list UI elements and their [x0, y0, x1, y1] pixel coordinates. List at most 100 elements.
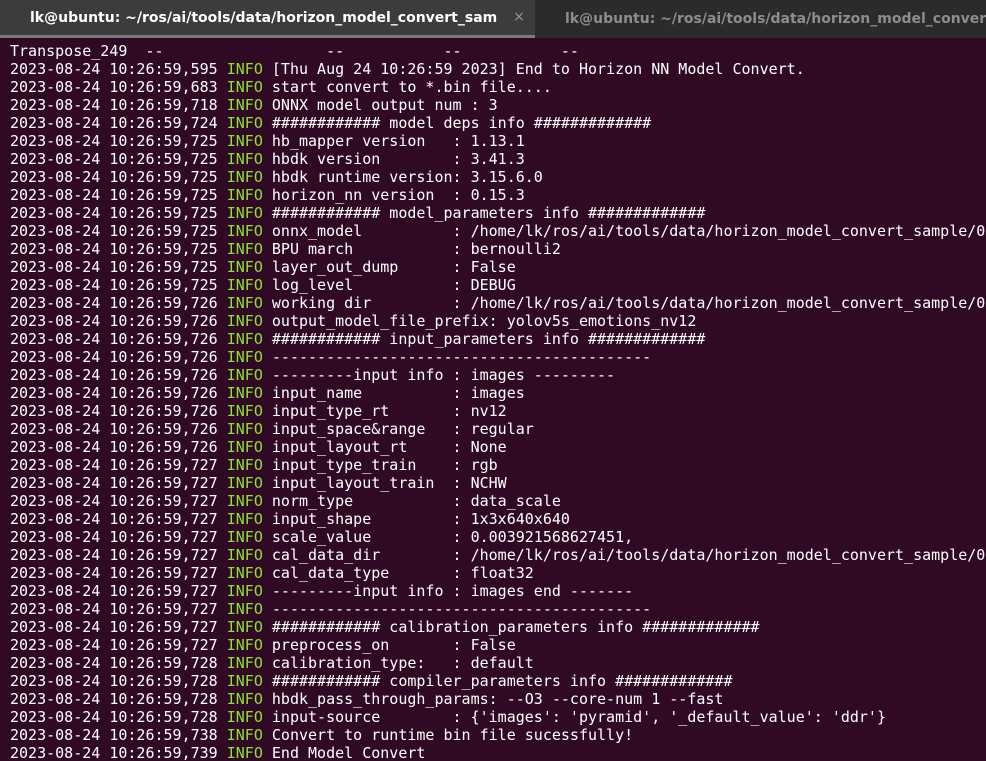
log-timestamp: 2023-08-24 10:26:59,725: [10, 240, 218, 258]
log-level: INFO: [226, 528, 263, 546]
log-level: INFO: [226, 96, 263, 114]
log-timestamp: 2023-08-24 10:26:59,726: [10, 366, 218, 384]
log-line: 2023-08-24 10:26:59,725 INFO ###########…: [10, 204, 986, 222]
log-level: INFO: [226, 582, 263, 600]
log-line: 2023-08-24 10:26:59,725 INFO layer_out_d…: [10, 258, 986, 276]
log-level: INFO: [226, 222, 263, 240]
log-timestamp: 2023-08-24 10:26:59,726: [10, 312, 218, 330]
log-level: INFO: [226, 618, 263, 636]
log-line: 2023-08-24 10:26:59,725 INFO BPU march :…: [10, 240, 986, 258]
log-timestamp: 2023-08-24 10:26:59,738: [10, 726, 218, 744]
log-line: 2023-08-24 10:26:59,718 INFO ONNX model …: [10, 96, 986, 114]
log-level: INFO: [226, 474, 263, 492]
log-message: ############ model deps info ###########…: [271, 114, 652, 132]
log-level: INFO: [226, 258, 263, 276]
log-message: End Model Convert: [271, 744, 426, 761]
log-line: 2023-08-24 10:26:59,728 INFO hbdk_pass_t…: [10, 690, 986, 708]
log-timestamp: 2023-08-24 10:26:59,726: [10, 330, 218, 348]
log-message: hbdk_pass_through_params: --O3 --core-nu…: [271, 690, 724, 708]
log-line: 2023-08-24 10:26:59,727 INFO input_shape…: [10, 510, 986, 528]
log-level: INFO: [226, 420, 263, 438]
log-message: input_type_train : rgb: [271, 456, 498, 474]
log-line: 2023-08-24 10:26:59,727 INFO ---------in…: [10, 582, 986, 600]
log-line: 2023-08-24 10:26:59,728 INFO input-sourc…: [10, 708, 986, 726]
log-line: 2023-08-24 10:26:59,727 INFO ###########…: [10, 618, 986, 636]
log-timestamp: 2023-08-24 10:26:59,727: [10, 456, 218, 474]
log-timestamp: 2023-08-24 10:26:59,725: [10, 150, 218, 168]
tab-terminal-inactive[interactable]: lk@ubuntu: ~/ros/ai/tools/data/horizon_m…: [535, 0, 986, 38]
log-message: hbdk runtime version: 3.15.6.0: [271, 168, 543, 186]
log-timestamp: 2023-08-24 10:26:59,726: [10, 438, 218, 456]
close-icon[interactable]: ×: [512, 9, 526, 25]
log-level: INFO: [226, 726, 263, 744]
log-timestamp: 2023-08-24 10:26:59,725: [10, 258, 218, 276]
log-timestamp: 2023-08-24 10:26:59,726: [10, 294, 218, 312]
tab-title: lk@ubuntu: ~/ros/ai/tools/data/horizon_m…: [30, 9, 497, 26]
log-level: INFO: [226, 276, 263, 294]
log-message: layer_out_dump : False: [271, 258, 516, 276]
log-line: 2023-08-24 10:26:59,725 INFO hb_mapper v…: [10, 132, 986, 150]
log-line: 2023-08-24 10:26:59,727 INFO input_type_…: [10, 456, 986, 474]
log-level: INFO: [226, 78, 263, 96]
log-timestamp: 2023-08-24 10:26:59,725: [10, 276, 218, 294]
log-level: INFO: [226, 114, 263, 132]
log-line: 2023-08-24 10:26:59,725 INFO hbdk runtim…: [10, 168, 986, 186]
log-level: INFO: [226, 744, 263, 761]
log-level: INFO: [226, 708, 263, 726]
log-message: norm_type : data_scale: [271, 492, 561, 510]
log-timestamp: 2023-08-24 10:26:59,683: [10, 78, 218, 96]
log-line: 2023-08-24 10:26:59,725 INFO onnx_model …: [10, 222, 986, 240]
log-line: 2023-08-24 10:26:59,726 INFO ---------in…: [10, 366, 986, 384]
log-line: 2023-08-24 10:26:59,727 INFO norm_type :…: [10, 492, 986, 510]
log-message: calibration_type: : default: [271, 654, 534, 672]
log-message: input-source : {'images': 'pyramid', '_d…: [271, 708, 886, 726]
log-line: 2023-08-24 10:26:59,727 INFO preprocess_…: [10, 636, 986, 654]
log-line: 2023-08-24 10:26:59,725 INFO hbdk versio…: [10, 150, 986, 168]
log-level: INFO: [226, 672, 263, 690]
log-message: start convert to *.bin file....: [271, 78, 552, 96]
log-level: INFO: [226, 330, 263, 348]
log-timestamp: 2023-08-24 10:26:59,595: [10, 60, 218, 78]
log-line: 2023-08-24 10:26:59,727 INFO input_layou…: [10, 474, 986, 492]
tab-title: lk@ubuntu: ~/ros/ai/tools/data/horizon_m…: [565, 11, 986, 27]
log-line: 2023-08-24 10:26:59,739 INFO End Model C…: [10, 744, 986, 761]
log-line: 2023-08-24 10:26:59,726 INFO output_mode…: [10, 312, 986, 330]
log-timestamp: 2023-08-24 10:26:59,727: [10, 474, 218, 492]
log-message: horizon_nn version : 0.15.3: [271, 186, 525, 204]
log-level: INFO: [226, 132, 263, 150]
log-timestamp: 2023-08-24 10:26:59,724: [10, 114, 218, 132]
log-message: ---------input info : images end -------: [271, 582, 634, 600]
terminal-output[interactable]: Transpose_249 -- -- -- -- 2023-08-24 10:…: [0, 38, 986, 761]
log-level: INFO: [226, 168, 263, 186]
log-timestamp: 2023-08-24 10:26:59,727: [10, 618, 218, 636]
log-line: 2023-08-24 10:26:59,726 INFO -----------…: [10, 348, 986, 366]
log-timestamp: 2023-08-24 10:26:59,725: [10, 222, 218, 240]
log-message: ############ input_parameters info #####…: [271, 330, 706, 348]
log-level: INFO: [226, 456, 263, 474]
log-level: INFO: [226, 384, 263, 402]
log-timestamp: 2023-08-24 10:26:59,726: [10, 420, 218, 438]
log-timestamp: 2023-08-24 10:26:59,725: [10, 204, 218, 222]
log-timestamp: 2023-08-24 10:26:59,727: [10, 546, 218, 564]
log-message: ############ compiler_parameters info ##…: [271, 672, 733, 690]
log-line: 2023-08-24 10:26:59,727 INFO cal_data_ty…: [10, 564, 986, 582]
log-level: INFO: [226, 204, 263, 222]
log-message: onnx_model : /home/lk/ros/ai/tools/data/…: [271, 222, 986, 240]
log-message: preprocess_on : False: [271, 636, 516, 654]
log-timestamp: 2023-08-24 10:26:59,727: [10, 564, 218, 582]
log-level: INFO: [226, 186, 263, 204]
log-message: input_layout_train : NCHW: [271, 474, 507, 492]
log-timestamp: 2023-08-24 10:26:59,728: [10, 672, 218, 690]
log-timestamp: 2023-08-24 10:26:59,739: [10, 744, 218, 761]
log-level: INFO: [226, 240, 263, 258]
log-line: 2023-08-24 10:26:59,726 INFO working dir…: [10, 294, 986, 312]
terminal-lines: Transpose_249 -- -- -- -- 2023-08-24 10:…: [10, 42, 986, 761]
log-level: INFO: [226, 348, 263, 366]
log-level: INFO: [226, 690, 263, 708]
log-line: 2023-08-24 10:26:59,727 INFO -----------…: [10, 600, 986, 618]
log-timestamp: 2023-08-24 10:26:59,727: [10, 510, 218, 528]
log-level: INFO: [226, 312, 263, 330]
log-line: 2023-08-24 10:26:59,726 INFO ###########…: [10, 330, 986, 348]
log-timestamp: 2023-08-24 10:26:59,727: [10, 636, 218, 654]
tab-terminal-active[interactable]: lk@ubuntu: ~/ros/ai/tools/data/horizon_m…: [0, 0, 535, 38]
